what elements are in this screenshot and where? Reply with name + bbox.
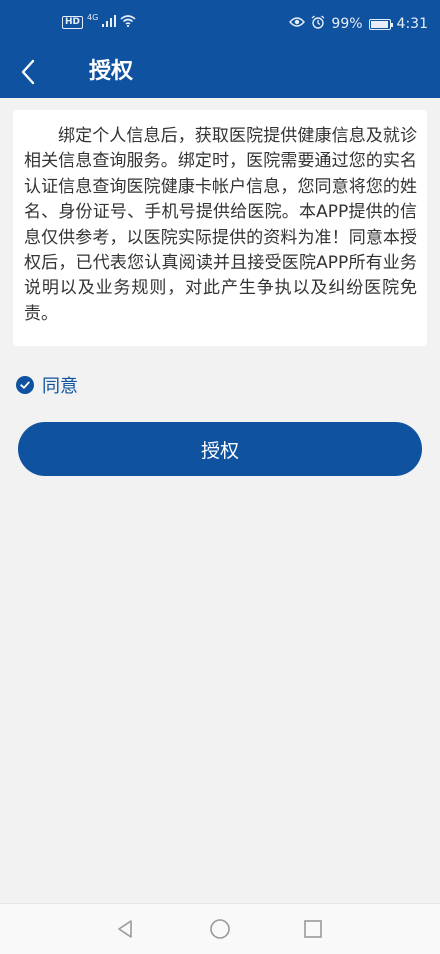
status-bar: HD 4G 99% 4:31 [0,0,440,50]
authorize-button[interactable]: 授权 [18,422,422,476]
back-button[interactable] [8,54,48,94]
alarm-icon [311,15,325,33]
wifi-icon [120,15,136,30]
notice-text: 绑定个人信息后，获取医院提供健康信息及就诊相关信息查询服务。绑定时，医院需要通过… [24,126,417,324]
eye-icon [289,16,306,32]
status-right: 99% 4:31 [289,15,428,33]
check-circle-icon [16,376,34,394]
nav-bar: 授权 [0,50,440,98]
agree-checkbox[interactable]: 同意 [16,372,78,398]
status-left: HD 4G [62,13,136,30]
battery-percent: 99% [331,16,363,32]
authorization-notice: 绑定个人信息后，获取医院提供健康信息及就诊相关信息查询服务。绑定时，医院需要通过… [13,110,427,346]
network-type: 4G [87,13,99,22]
clock-time: 4:31 [396,16,428,32]
system-navigation-bar [0,903,440,954]
hd-badge: HD [62,16,84,29]
page-title: 授权 [89,59,134,84]
app-header: HD 4G 99% 4:31 授权 [0,0,440,98]
chevron-left-icon [20,59,36,89]
battery-icon [368,18,393,30]
signal-icon [102,15,117,30]
agree-label: 同意 [42,376,78,397]
triangle-back-icon[interactable] [114,918,136,940]
circle-home-icon[interactable] [209,918,231,940]
square-recent-icon[interactable] [302,918,324,940]
